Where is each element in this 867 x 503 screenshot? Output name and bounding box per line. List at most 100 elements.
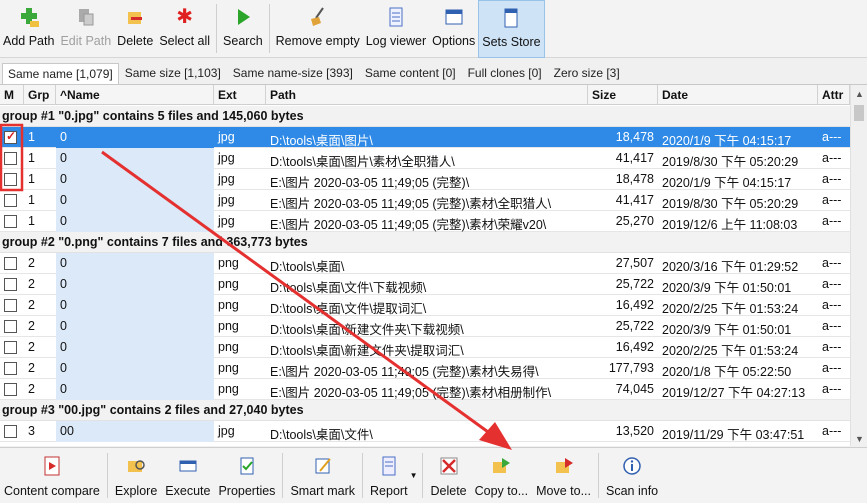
- mark-cell: [0, 337, 24, 358]
- table-row[interactable]: 2 0 png D:\tools\桌面\文件\下载视频\ 25,722 2020/3/9 …: [0, 274, 850, 295]
- options-button[interactable]: Options: [429, 0, 478, 58]
- mark-checkbox[interactable]: [4, 341, 17, 355]
- mark-checkbox[interactable]: [4, 173, 17, 187]
- col-header-grp[interactable]: Grp: [24, 85, 56, 105]
- log-viewer-button[interactable]: Log viewer: [363, 0, 429, 58]
- table-row[interactable]: 2 0 png D:\tools\桌面\新建文件夹\提取词汇\ 16,492 2020/2…: [0, 337, 850, 358]
- mark-checkbox[interactable]: [4, 129, 17, 145]
- grp-cell: 1: [28, 172, 35, 186]
- tab-same-content[interactable]: Same content [0]: [359, 62, 462, 84]
- delete-files-button[interactable]: Delete: [426, 448, 470, 503]
- report-dropdown-icon[interactable]: ▼: [410, 471, 418, 480]
- ext-cell: png: [218, 319, 239, 333]
- mark-cell: [0, 211, 24, 232]
- mark-cell: [0, 169, 24, 190]
- name-cell: 0: [56, 295, 214, 316]
- delete-files-label: Delete: [430, 484, 467, 498]
- mark-checkbox[interactable]: [4, 194, 17, 208]
- properties-button[interactable]: Properties: [214, 448, 279, 503]
- copy-to-button[interactable]: Copy to...: [471, 448, 533, 503]
- grp-cell: 2: [28, 256, 35, 270]
- grid-rows: group #1 "0.jpg" contains 5 files and 14…: [0, 106, 850, 442]
- tab-same-name[interactable]: Same name [1,079]: [2, 63, 119, 84]
- date-cell: 2020/2/25 下午 01:53:24: [662, 344, 799, 358]
- mark-cell: [0, 295, 24, 316]
- plus-folder-icon: [18, 5, 40, 29]
- date-cell: 2020/2/25 下午 01:53:24: [662, 302, 799, 316]
- mark-checkbox[interactable]: [4, 362, 17, 376]
- ext-cell: png: [218, 277, 239, 291]
- col-header-name[interactable]: ^Name: [56, 85, 214, 105]
- path-cell: D:\tools\桌面\图片\: [270, 134, 373, 148]
- table-row[interactable]: 1 0 jpg E:\图片 2020-03-05 11;49;05 (完整)\素材\全…: [0, 190, 850, 211]
- table-row[interactable]: 1 0 jpg D:\tools\桌面\图片\ 18,478 2020/1/9 下午 04…: [0, 127, 850, 148]
- search-button[interactable]: Search: [220, 0, 266, 58]
- attr-cell: a---: [822, 319, 842, 333]
- size-cell: 18,478: [615, 130, 654, 144]
- add-path-button[interactable]: Add Path: [0, 0, 57, 58]
- table-row[interactable]: 1 0 jpg E:\图片 2020-03-05 11;49;05 (完整)\素材\荣…: [0, 211, 850, 232]
- report-button[interactable]: Report: [366, 448, 412, 503]
- action-divider: [282, 453, 284, 498]
- broom-icon: [307, 5, 329, 29]
- mark-checkbox[interactable]: [4, 383, 17, 397]
- tab-full-clones[interactable]: Full clones [0]: [462, 62, 548, 84]
- table-row[interactable]: 3 00 jpg D:\tools\桌面\文件\ 13,520 2019/11/29 下午…: [0, 421, 850, 442]
- smart-mark-button[interactable]: Smart mark: [286, 448, 359, 503]
- content-compare-label: Content compare: [4, 484, 100, 498]
- date-cell: 2019/11/29 下午 03:47:51: [662, 428, 805, 442]
- col-header-size[interactable]: Size: [588, 85, 658, 105]
- remove-empty-label: Remove empty: [275, 34, 360, 48]
- table-row[interactable]: 2 0 png D:\tools\桌面\新建文件夹\下载视频\ 25,722 2020/3…: [0, 316, 850, 337]
- table-row[interactable]: 1 0 jpg D:\tools\桌面\图片\素材\全职猎人\ 41,417 2019/8…: [0, 148, 850, 169]
- col-header-ext[interactable]: Ext: [214, 85, 266, 105]
- delete-path-button[interactable]: Delete: [114, 0, 156, 58]
- tab-zero-size[interactable]: Zero size [3]: [548, 62, 626, 84]
- edit-path-icon: [75, 5, 97, 29]
- remove-empty-button[interactable]: Remove empty: [273, 0, 363, 58]
- size-cell: 177,793: [608, 361, 654, 375]
- col-header-path[interactable]: Path: [266, 85, 588, 105]
- attr-cell: a---: [822, 256, 842, 270]
- table-row[interactable]: 2 0 png E:\图片 2020-03-05 11;49;05 (完整)\素材\相…: [0, 379, 850, 400]
- mark-checkbox[interactable]: [4, 152, 17, 166]
- sets-store-button[interactable]: Sets Store: [478, 0, 545, 58]
- mark-checkbox[interactable]: [4, 425, 17, 439]
- mark-checkbox[interactable]: [4, 215, 17, 229]
- col-header-attr[interactable]: Attr: [818, 85, 850, 105]
- tab-same-name-size[interactable]: Same name-size [393]: [227, 62, 359, 84]
- scroll-up-icon[interactable]: ▲: [851, 85, 867, 102]
- tab-same-size[interactable]: Same size [1,103]: [119, 62, 227, 84]
- scroll-thumb[interactable]: [854, 105, 864, 121]
- table-row[interactable]: 2 0 png D:\tools\桌面\ 27,507 2020/3/16 下午 01:2…: [0, 253, 850, 274]
- explore-button[interactable]: Explore: [111, 448, 161, 503]
- col-header-mark[interactable]: M: [0, 85, 24, 105]
- mark-checkbox[interactable]: [4, 257, 17, 271]
- move-to-button[interactable]: Move to...: [532, 448, 595, 503]
- group-header: group #1 "0.jpg" contains 5 files and 14…: [0, 106, 850, 127]
- execute-button[interactable]: Execute: [161, 448, 214, 503]
- vertical-scrollbar[interactable]: ▲ ▼: [850, 85, 867, 446]
- mark-checkbox[interactable]: [4, 320, 17, 334]
- table-row[interactable]: 1 0 jpg E:\图片 2020-03-05 11;49;05 (完整)\ 18,4…: [0, 169, 850, 190]
- add-path-label: Add Path: [3, 34, 55, 48]
- size-cell: 27,507: [615, 256, 654, 270]
- edit-path-label: Edit Path: [60, 34, 112, 48]
- window-icon: [443, 5, 465, 29]
- properties-label: Properties: [218, 484, 276, 498]
- mark-checkbox[interactable]: [4, 299, 17, 313]
- size-cell: 18,478: [615, 172, 654, 186]
- content-compare-button[interactable]: Content compare: [0, 448, 104, 503]
- mark-checkbox[interactable]: [4, 278, 17, 292]
- grp-cell: 1: [28, 214, 35, 228]
- scroll-down-icon[interactable]: ▼: [851, 430, 867, 446]
- col-header-date[interactable]: Date: [658, 85, 818, 105]
- table-row[interactable]: 2 0 png D:\tools\桌面\文件\提取词汇\ 16,492 2020/2/25…: [0, 295, 850, 316]
- select-all-button[interactable]: ✱ Select all: [156, 0, 213, 58]
- table-row[interactable]: 2 0 png E:\图片 2020-03-05 11;49;05 (完整)\素材\失…: [0, 358, 850, 379]
- scan-info-button[interactable]: Scan info: [602, 448, 662, 503]
- ext-cell: png: [218, 340, 239, 354]
- edit-path-button[interactable]: Edit Path: [57, 0, 114, 58]
- attr-cell: a---: [822, 382, 842, 396]
- path-cell: D:\tools\桌面\文件\提取词汇\: [270, 302, 427, 316]
